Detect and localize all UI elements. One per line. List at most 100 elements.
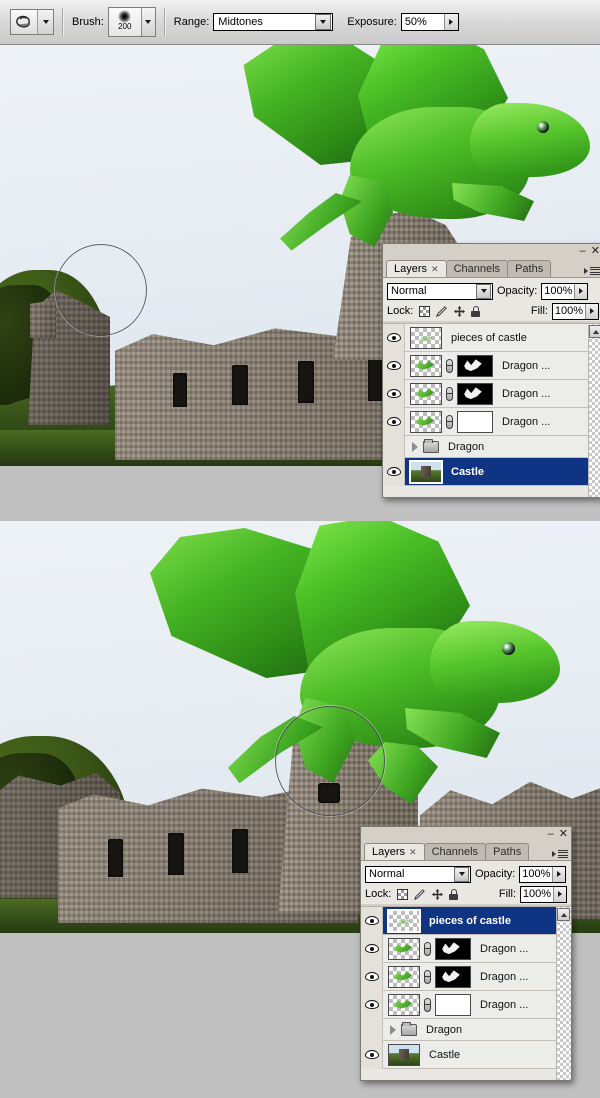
panel-scrollbar[interactable] — [556, 907, 571, 1080]
layer-visibility-toggle[interactable] — [361, 1018, 383, 1041]
brush-picker[interactable]: 200 — [107, 7, 156, 37]
table-row[interactable]: Castle — [383, 457, 600, 486]
table-row[interactable]: Castle — [361, 1040, 571, 1069]
layer-thumbnail[interactable] — [387, 908, 421, 933]
layer-mask-thumbnail[interactable] — [435, 993, 471, 1016]
group-expand-icon[interactable] — [412, 441, 418, 452]
layer-visibility-toggle[interactable] — [383, 435, 405, 458]
table-row[interactable]: Dragon ... — [383, 407, 600, 436]
close-icon[interactable]: ✕ — [591, 246, 600, 257]
range-chevron-down-icon[interactable] — [315, 14, 332, 30]
table-row[interactable]: Dragon ... — [361, 934, 571, 963]
range-select[interactable]: Midtones — [213, 13, 334, 31]
layers-panel-top[interactable]: – ✕ Layers ✕ Channels Paths Normal Opaci… — [382, 243, 600, 498]
layer-thumbnail[interactable] — [410, 326, 442, 349]
layer-visibility-toggle[interactable] — [361, 1040, 383, 1069]
chevron-down-icon[interactable] — [454, 866, 469, 882]
layer-thumbnail[interactable] — [410, 354, 442, 377]
tab-close-icon[interactable]: ✕ — [431, 264, 439, 275]
layer-thumbnail[interactable] — [410, 410, 442, 433]
tool-preset-picker[interactable] — [10, 9, 54, 35]
panel-scrollbar[interactable] — [588, 324, 600, 497]
table-row[interactable]: Dragon — [383, 435, 600, 458]
minimize-icon[interactable]: – — [580, 246, 586, 257]
layer-thumbnail[interactable] — [388, 993, 420, 1016]
layer-mask-thumbnail[interactable] — [457, 410, 493, 433]
layer-visibility-toggle[interactable] — [361, 990, 383, 1019]
layer-visibility-toggle[interactable] — [383, 457, 405, 486]
layer-visibility-toggle[interactable] — [361, 934, 383, 963]
table-row[interactable]: pieces of castle — [361, 906, 571, 935]
table-row[interactable]: Dragon ... — [383, 379, 600, 408]
table-row[interactable]: pieces of castle — [383, 323, 600, 352]
opacity-spinner-icon[interactable] — [574, 283, 588, 299]
link-icon[interactable] — [423, 968, 432, 986]
link-icon[interactable] — [445, 357, 454, 375]
tab-channels[interactable]: Channels — [423, 843, 487, 860]
tab-paths[interactable]: Paths — [507, 260, 552, 277]
tab-layers[interactable]: Layers ✕ — [386, 260, 447, 277]
layer-visibility-toggle[interactable] — [383, 351, 405, 380]
fill-field[interactable]: 100% — [520, 885, 567, 903]
layer-visibility-toggle[interactable] — [361, 962, 383, 991]
group-expand-icon[interactable] — [390, 1024, 396, 1035]
opacity-spinner-icon[interactable] — [552, 866, 566, 882]
layers-panel-bottom[interactable]: – ✕ Layers ✕ Channels Paths Normal Opaci… — [360, 826, 572, 1081]
link-icon[interactable] — [423, 996, 432, 1014]
table-row[interactable]: Dragon ... — [383, 351, 600, 380]
layer-thumbnail[interactable] — [388, 1043, 420, 1066]
lock-image-icon[interactable] — [413, 888, 426, 901]
tab-close-icon[interactable]: ✕ — [409, 847, 417, 858]
panel-menu-icon[interactable] — [584, 266, 600, 275]
blend-mode-select[interactable]: Normal — [365, 865, 471, 883]
fill-spinner-icon[interactable] — [553, 886, 566, 902]
table-row[interactable]: Dragon — [361, 1018, 571, 1041]
lock-position-icon[interactable] — [453, 305, 466, 318]
table-row[interactable]: Dragon ... — [361, 990, 571, 1019]
close-icon[interactable]: ✕ — [559, 829, 568, 840]
layer-mask-thumbnail[interactable] — [435, 937, 471, 960]
lock-transparency-icon[interactable] — [419, 305, 431, 317]
scroll-up-icon[interactable] — [557, 908, 570, 921]
link-icon[interactable] — [445, 413, 454, 431]
tab-paths[interactable]: Paths — [485, 843, 530, 860]
fill-spinner-icon[interactable] — [585, 303, 598, 319]
opacity-field[interactable]: 100% — [541, 282, 589, 300]
layer-visibility-toggle[interactable] — [383, 379, 405, 408]
scroll-up-icon[interactable] — [589, 325, 600, 338]
layer-visibility-toggle[interactable] — [383, 407, 405, 436]
layer-mask-thumbnail[interactable] — [457, 382, 493, 405]
minimize-icon[interactable]: – — [548, 829, 554, 840]
brush-chevron-down-icon[interactable] — [140, 8, 155, 36]
opacity-field[interactable]: 100% — [519, 865, 567, 883]
link-icon[interactable] — [445, 385, 454, 403]
burn-tool-icon[interactable] — [11, 10, 37, 34]
layer-visibility-toggle[interactable] — [361, 906, 383, 935]
panel-menu-icon[interactable] — [552, 849, 568, 858]
blend-mode-select[interactable]: Normal — [387, 282, 493, 300]
fill-field[interactable]: 100% — [552, 302, 599, 320]
exposure-spinner-icon[interactable] — [443, 14, 458, 30]
layer-mask-thumbnail[interactable] — [457, 354, 493, 377]
lock-all-icon[interactable] — [449, 888, 459, 900]
layer-thumbnail[interactable] — [388, 965, 420, 988]
link-icon[interactable] — [423, 940, 432, 958]
chevron-down-icon[interactable] — [476, 283, 491, 299]
layer-thumbnail[interactable] — [409, 459, 443, 484]
layer-visibility-toggle[interactable] — [383, 323, 405, 352]
lock-transparency-icon[interactable] — [397, 888, 409, 900]
lock-position-icon[interactable] — [431, 888, 444, 901]
lock-all-icon[interactable] — [471, 305, 481, 317]
layer-thumbnail[interactable] — [410, 382, 442, 405]
layers-list-top[interactable]: pieces of castle Dragon ... Dragon ... D… — [383, 323, 600, 497]
lock-image-icon[interactable] — [435, 305, 448, 318]
table-row[interactable]: Dragon ... — [361, 962, 571, 991]
brush-preview-icon[interactable]: 200 — [108, 8, 141, 36]
exposure-field[interactable]: 50% — [400, 13, 459, 31]
layers-list-bottom[interactable]: pieces of castle Dragon ... Dragon ... D… — [361, 906, 571, 1080]
tool-preset-chevron-down-icon[interactable] — [38, 10, 53, 34]
layer-thumbnail[interactable] — [388, 937, 420, 960]
layer-mask-thumbnail[interactable] — [435, 965, 471, 988]
tab-layers[interactable]: Layers ✕ — [364, 843, 425, 860]
tab-channels[interactable]: Channels — [445, 260, 509, 277]
